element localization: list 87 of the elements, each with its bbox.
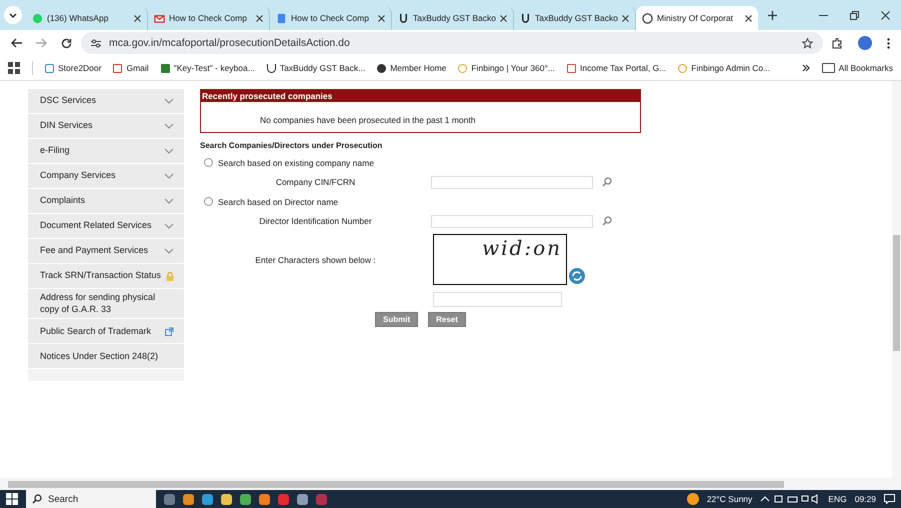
sidebar-item[interactable]: Public Search of Trademark [28, 319, 184, 344]
chevron-icon [164, 248, 174, 254]
windows-start-icon[interactable] [6, 493, 18, 505]
bookmark-link[interactable]: "Key-Test" - keyboa... [160, 63, 255, 73]
document-icon [276, 12, 287, 24]
menu-icon[interactable] [887, 38, 890, 48]
close-icon[interactable] [500, 14, 507, 22]
browser-tab[interactable]: (136) WhatsApp [26, 6, 148, 30]
weather-text: 22°C Sunny [706, 494, 752, 504]
magnet-icon [520, 12, 531, 24]
language-indicator[interactable]: ENG [828, 494, 847, 504]
magnet-icon [398, 12, 409, 24]
all-bookmarks-link[interactable]: All Bookmarks [822, 63, 893, 73]
taskbar-search-field[interactable]: Search [26, 490, 156, 508]
browser-tab[interactable]: How to Check Comp [270, 6, 392, 30]
address-field[interactable]: mca.gov.in/mcafoportal/prosecutionDetailsAction.do [81, 32, 823, 54]
section-heading: Search Companies/Directors under Prosecution [200, 141, 384, 150]
chevrons-icon[interactable] [802, 64, 810, 72]
field-label: Director Identification Number [258, 216, 373, 226]
scrollbar-thumb[interactable] [8, 481, 784, 488]
back-icon[interactable] [11, 38, 22, 48]
sidebar-item[interactable]: Address for sending physical copy of G.A.R. 33 [28, 289, 184, 320]
browser-tab[interactable]: TaxBuddy GST Backo [392, 6, 514, 30]
captcha-input[interactable] [433, 292, 562, 307]
chevron-icon [164, 98, 174, 104]
reload-icon[interactable] [61, 38, 72, 48]
puzzle-icon[interactable] [832, 38, 843, 48]
restore-icon[interactable] [850, 10, 859, 20]
clock[interactable]: 09:29 [854, 494, 876, 504]
browser-tab[interactable]: How to Check Comp [148, 6, 270, 30]
scrollbar-thumb[interactable] [893, 235, 900, 351]
search-icon[interactable] [602, 177, 612, 187]
sidebar-item[interactable]: Fee and Payment Services [28, 239, 184, 264]
new-tab-icon[interactable] [768, 10, 777, 20]
refresh-icon[interactable] [569, 268, 585, 284]
search-icon[interactable] [602, 216, 612, 226]
sidebar-item[interactable]: Complaints [28, 189, 184, 214]
apps-icon[interactable] [8, 62, 20, 74]
chevron-icon [164, 123, 174, 129]
chat-icon [32, 12, 43, 24]
chevron-icon [164, 223, 174, 229]
sidebar-item[interactable]: Company Services [28, 164, 184, 189]
bookmark-link[interactable]: Income Tax Portal, G... [567, 63, 666, 73]
site-settings-icon[interactable] [91, 38, 101, 48]
sidebar-item[interactable]: e-Filing [28, 139, 184, 164]
tab-list-button[interactable] [4, 6, 22, 24]
sidebar-item[interactable]: Notices Under Section 248(2) [28, 344, 184, 370]
external-link-icon [165, 326, 174, 336]
close-icon[interactable] [622, 14, 629, 22]
field-label: Enter Characters shown below : [254, 254, 377, 264]
sidebar-item[interactable]: Track SRN/Transaction Status [28, 264, 184, 289]
radio-button[interactable] [204, 158, 213, 167]
sidebar-item[interactable]: DIN Services [28, 114, 184, 139]
bookmark-link[interactable]: TaxBuddy GST Back... [266, 63, 366, 73]
radio-label: Search based on Director name [218, 196, 338, 206]
bookmark-link[interactable]: Finbingo Admin Co... [678, 63, 770, 73]
close-icon[interactable] [134, 14, 141, 22]
field-label: Company CIN/FCRN [274, 177, 356, 187]
empty-message: No companies have been prosecuted in the past 1 month [259, 114, 476, 125]
bookmark-link[interactable]: Member Home [377, 63, 446, 73]
sidebar-item[interactable]: DSC Services [28, 89, 184, 114]
input-field[interactable] [431, 214, 593, 228]
mail-icon [154, 12, 165, 24]
close-icon[interactable] [881, 10, 890, 20]
close-icon[interactable] [256, 14, 263, 22]
radio-label: Search based on existing company name [218, 158, 374, 168]
sidebar-item[interactable]: Document Related Services [28, 214, 184, 239]
bookmark-link[interactable]: Store2Door [45, 63, 102, 73]
close-icon[interactable] [378, 14, 385, 22]
chevron-icon [164, 148, 174, 154]
chevron-icon [164, 198, 174, 204]
tray-icons-drawing[interactable] [760, 494, 820, 504]
sun-icon [686, 493, 699, 505]
panel-title: Recently prosecuted companies [201, 90, 640, 102]
input-field[interactable] [431, 176, 593, 188]
bookmark-link[interactable]: Gmail [113, 63, 149, 73]
chevron-icon [164, 173, 174, 179]
notification-icon[interactable] [884, 494, 895, 504]
bookmark-link[interactable]: Finbingo | Your 360°... [458, 63, 555, 73]
close-icon[interactable] [745, 14, 752, 22]
captcha-image: wid:on [433, 234, 567, 285]
lock-icon [166, 272, 174, 280]
profile-avatar[interactable] [858, 36, 872, 50]
radio-button[interactable] [204, 197, 213, 206]
search-icon [32, 494, 42, 504]
browser-tab[interactable]: Ministry Of Corporat [636, 6, 758, 30]
star-icon[interactable] [802, 38, 813, 48]
